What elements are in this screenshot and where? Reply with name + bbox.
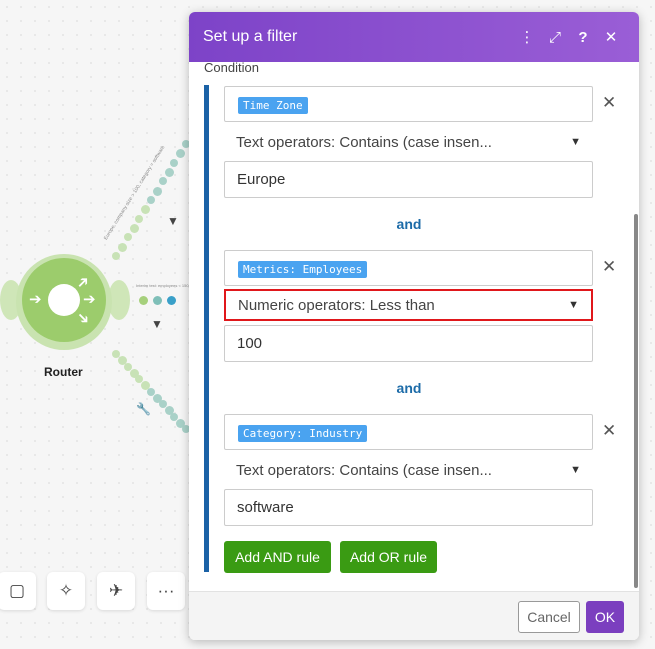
chevron-down-icon: ▼ <box>570 136 581 148</box>
chevron-down-icon: ▼ <box>570 464 581 476</box>
dialog-title: Set up a filter <box>203 28 298 45</box>
route-upper-dot <box>123 233 132 242</box>
route-upper-dot <box>112 252 120 260</box>
route-upper-dot <box>170 158 179 167</box>
dialog-header: Set up a filter ⋮ ⤢ ? ✕ <box>189 12 639 62</box>
rule-1-field-pill[interactable]: Time Zone <box>238 97 308 114</box>
more-button[interactable]: ··· <box>147 572 185 610</box>
condition-label: Condition <box>204 62 259 75</box>
router-arrow-icon: ➔ <box>29 291 42 308</box>
note-button[interactable]: ▢ <box>0 572 36 610</box>
route-upper-dot <box>141 205 151 215</box>
rule-2-operator-select[interactable]: Numeric operators: Less than ▼ <box>224 289 593 321</box>
more-icon: ··· <box>157 581 175 600</box>
rule-3-value-text: software <box>237 499 294 516</box>
add-and-rule-button[interactable]: Add AND rule <box>224 541 331 573</box>
route-upper-dot <box>164 168 174 177</box>
rule-1-value-text: Europe <box>237 171 286 188</box>
rule-2-remove-icon[interactable]: ✕ <box>602 257 616 277</box>
rule-2-field-pill[interactable]: Metrics: Employees <box>238 261 368 278</box>
magic-wand-icon: ✧ <box>58 581 74 600</box>
rule-1-value-input[interactable]: Europe <box>224 161 593 198</box>
cancel-button[interactable]: Cancel <box>518 601 580 633</box>
wrench-icon[interactable]: 🔧 <box>136 402 151 416</box>
rule-2-field-input[interactable]: Metrics: Employees <box>224 250 593 286</box>
route-upper-dot <box>129 224 139 233</box>
rule-2-operator-value: Numeric operators: Less than <box>238 296 435 314</box>
route-upper-dot <box>117 242 127 252</box>
airplane-icon: ✈ <box>108 581 124 600</box>
router-arrow-icon: ➔ <box>83 291 96 308</box>
expand-icon[interactable]: ⤢ <box>541 29 569 46</box>
rule-3-operator-value: Text operators: Contains (case insen... <box>236 461 492 479</box>
and-connector-2: and <box>396 380 422 396</box>
and-connector-1: and <box>396 216 422 232</box>
more-vertical-icon[interactable]: ⋮ <box>513 28 541 46</box>
route-middle-dot <box>153 296 162 305</box>
filter-funnel-icon-middle[interactable]: ▼ <box>151 317 163 331</box>
filter-dialog: Set up a filter ⋮ ⤢ ? ✕ Condition Time Z… <box>189 12 639 640</box>
route-upper-dot <box>152 186 162 196</box>
router-label: Router <box>44 365 83 379</box>
rule-3-field-pill[interactable]: Category: Industry <box>238 425 368 442</box>
route-upper-dot <box>176 149 186 159</box>
help-icon[interactable]: ? <box>569 29 597 46</box>
dialog-footer: Cancel OK <box>189 591 639 640</box>
rule-2-value-text: 100 <box>237 335 263 352</box>
dialog-body[interactable]: Condition Time Zone ✕ Text operators: Co… <box>189 62 639 591</box>
router-center <box>48 284 80 316</box>
rule-3-value-input[interactable]: software <box>224 489 593 526</box>
route-middle-dot <box>167 296 176 305</box>
rule-1-operator-value: Text operators: Contains (case insen... <box>236 133 492 151</box>
rule-1-operator-select[interactable]: Text operators: Contains (case insen... … <box>224 126 593 158</box>
airplane-button[interactable]: ✈ <box>97 572 135 610</box>
magic-wand-button[interactable]: ✧ <box>47 572 85 610</box>
route-middle-dot <box>139 296 148 305</box>
route-upper-dot <box>147 196 155 204</box>
rule-3-field-input[interactable]: Category: Industry <box>224 414 593 450</box>
rule-3-remove-icon[interactable]: ✕ <box>602 421 616 441</box>
chevron-down-icon: ▼ <box>568 299 579 311</box>
scrollbar-thumb[interactable] <box>634 214 638 588</box>
rule-3-operator-select[interactable]: Text operators: Contains (case insen... … <box>224 454 593 486</box>
rule-1-remove-icon[interactable]: ✕ <box>602 93 616 113</box>
route-upper-dot <box>158 177 167 186</box>
close-icon[interactable]: ✕ <box>597 28 625 46</box>
note-icon: ▢ <box>8 581 26 600</box>
rule-2-value-input[interactable]: 100 <box>224 325 593 362</box>
condition-group-bar <box>204 85 209 572</box>
rule-1-field-input[interactable]: Time Zone <box>224 86 593 122</box>
ok-button[interactable]: OK <box>586 601 624 633</box>
add-or-rule-button[interactable]: Add OR rule <box>340 541 437 573</box>
filter-funnel-icon-upper[interactable]: ▼ <box>167 214 179 228</box>
route-upper-dot <box>135 214 144 223</box>
